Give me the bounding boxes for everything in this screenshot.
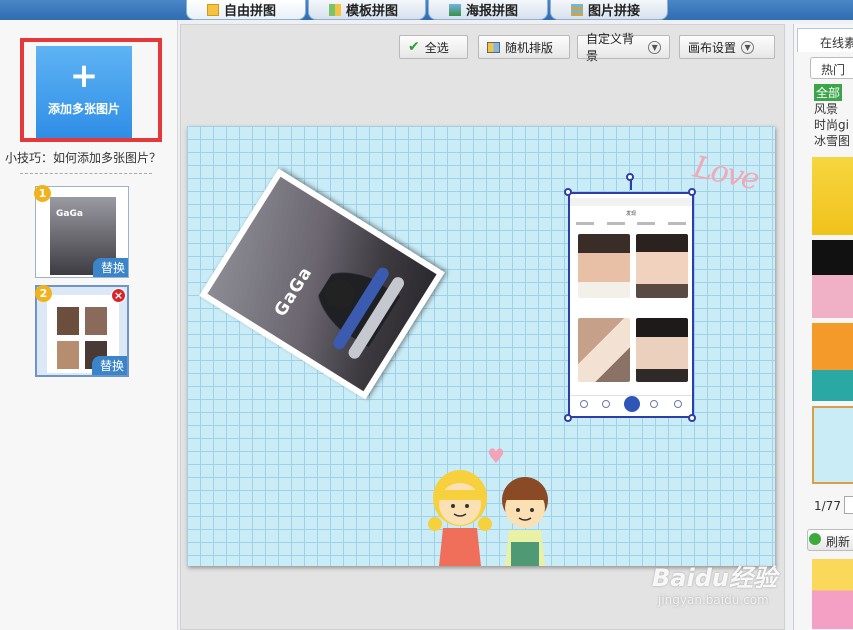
refresh-icon bbox=[809, 533, 821, 545]
category-ice[interactable]: 冰雪图 bbox=[814, 132, 850, 149]
tab-poster[interactable]: 海报拼图 bbox=[428, 0, 548, 20]
refresh-label: 刷新 bbox=[826, 535, 851, 549]
chevron-down-icon: ▼ bbox=[648, 40, 661, 54]
tip-link[interactable]: 小技巧：如何添加多张图片？ bbox=[5, 149, 161, 166]
baidu-watermark: Baidu经验 jingyan.baidu.com bbox=[652, 558, 777, 607]
add-images-label: 添加多张图片 bbox=[47, 102, 120, 116]
heart-sticker[interactable]: ♥ bbox=[487, 444, 505, 468]
resize-handle-top-left[interactable] bbox=[564, 188, 572, 196]
tab-template[interactable]: 模板拼图 bbox=[308, 0, 426, 20]
thumbnail-number: 2 bbox=[35, 285, 52, 302]
nav-message-icon bbox=[602, 400, 610, 408]
tab-label: 自由拼图 bbox=[224, 4, 277, 19]
image-thumbnail-2[interactable]: 2 × 替换 bbox=[35, 285, 129, 377]
add-images-highlight: + 添加多张图片 bbox=[20, 38, 162, 142]
status-bar bbox=[570, 198, 692, 206]
nav-publish-icon bbox=[624, 396, 640, 412]
canvas-settings-dropdown[interactable]: 画布设置 ▼ bbox=[679, 35, 775, 59]
screen-title: 发现 bbox=[625, 211, 636, 217]
photo-tile bbox=[578, 318, 630, 382]
shuffle-icon bbox=[487, 41, 500, 53]
tab-label: 海报拼图 bbox=[466, 4, 519, 19]
tab-label: 模板拼图 bbox=[346, 4, 399, 19]
photo-content: GaGa bbox=[207, 176, 437, 392]
photo-tile bbox=[636, 318, 688, 382]
watermark-sub: jingyan.baidu.com bbox=[658, 593, 769, 607]
category-fashion[interactable]: 时尚gi bbox=[814, 116, 849, 133]
template-icon bbox=[329, 3, 341, 16]
resize-handle-top-right[interactable] bbox=[688, 188, 696, 196]
photo-item-2-selected[interactable]: 发现 bbox=[568, 192, 694, 418]
photo-tile bbox=[636, 234, 688, 298]
add-images-button[interactable]: + 添加多张图片 bbox=[36, 46, 132, 138]
checkmark-icon: ✔ bbox=[408, 39, 420, 55]
nav-profile-icon bbox=[674, 400, 682, 408]
thumbnail-number: 1 bbox=[34, 185, 51, 202]
online-materials-tab[interactable]: 在线素 bbox=[797, 28, 853, 52]
select-all-label: 全选 bbox=[424, 40, 449, 55]
poster-icon bbox=[449, 3, 461, 16]
delete-icon[interactable]: × bbox=[111, 288, 126, 303]
divider bbox=[20, 173, 152, 174]
rotate-handle[interactable] bbox=[626, 173, 634, 181]
resize-handle-bottom-right[interactable] bbox=[688, 414, 696, 422]
tab-stitch[interactable]: 图片拼接 bbox=[550, 0, 668, 20]
replace-button[interactable]: 替换 bbox=[91, 356, 127, 375]
image-thumbnail-1[interactable]: GaGa 1 替换 bbox=[34, 185, 129, 278]
top-tab-bar: 自由拼图 模板拼图 海报拼图 图片拼接 bbox=[0, 0, 853, 20]
canvas-settings-label: 画布设置 bbox=[688, 40, 737, 55]
random-layout-button[interactable]: 随机排版 bbox=[478, 35, 570, 59]
random-layout-label: 随机排版 bbox=[505, 40, 554, 55]
love-sticker[interactable]: Love bbox=[690, 150, 761, 198]
filter-dropdown[interactable]: 热门 bbox=[810, 57, 853, 79]
tab-label: 图片拼接 bbox=[588, 4, 641, 19]
category-scenery[interactable]: 风景 bbox=[814, 100, 838, 117]
thumbnail-brand: GaGa bbox=[56, 209, 83, 219]
collage-canvas[interactable]: GaGa 发现 Love ♥ bbox=[187, 126, 775, 566]
material-thumbnail[interactable] bbox=[812, 157, 853, 235]
photo-tile bbox=[578, 234, 630, 298]
next-page-button[interactable] bbox=[844, 496, 853, 514]
custom-background-dropdown[interactable]: 自定义背景 ▼ bbox=[577, 32, 670, 63]
nav-discover-icon bbox=[650, 400, 658, 408]
right-panel: 在线素 热门 全部 风景 时尚gi 冰雪图 1/77 刷新 bbox=[793, 24, 853, 630]
screen-tabs bbox=[576, 222, 686, 228]
chevron-down-icon: ▼ bbox=[741, 40, 755, 54]
left-panel: + 添加多张图片 小技巧：如何添加多张图片？ GaGa 1 替换 2 × 替换 bbox=[0, 20, 178, 630]
material-thumbnail[interactable] bbox=[812, 323, 853, 401]
category-all[interactable]: 全部 bbox=[814, 84, 843, 101]
select-all-button[interactable]: ✔ 全选 bbox=[399, 35, 468, 59]
custom-background-label: 自定义背景 bbox=[586, 32, 635, 63]
nav-home-icon bbox=[580, 400, 588, 408]
editor-area: ✔ 全选 随机排版 自定义背景 ▼ 画布设置 ▼ GaGa 发现 Love ♥ bbox=[180, 24, 785, 630]
stitch-icon bbox=[571, 3, 583, 16]
photo-item-1[interactable]: GaGa bbox=[199, 168, 445, 400]
kids-illustration[interactable] bbox=[425, 466, 565, 566]
app-logo-text: GaGa bbox=[270, 263, 317, 321]
resize-handle-bottom-left[interactable] bbox=[564, 414, 572, 422]
material-thumbnail[interactable] bbox=[812, 240, 853, 318]
replace-button[interactable]: 替换 bbox=[92, 258, 128, 277]
free-collage-icon bbox=[207, 3, 219, 16]
bottom-nav bbox=[570, 395, 692, 413]
plus-icon: + bbox=[69, 56, 99, 96]
watermark-main: Baidu经验 bbox=[652, 564, 777, 592]
tab-free-collage[interactable]: 自由拼图 bbox=[186, 0, 306, 20]
page-indicator: 1/77 bbox=[814, 499, 841, 513]
material-thumbnail-selected[interactable] bbox=[812, 406, 853, 484]
material-thumbnail[interactable] bbox=[812, 559, 853, 629]
